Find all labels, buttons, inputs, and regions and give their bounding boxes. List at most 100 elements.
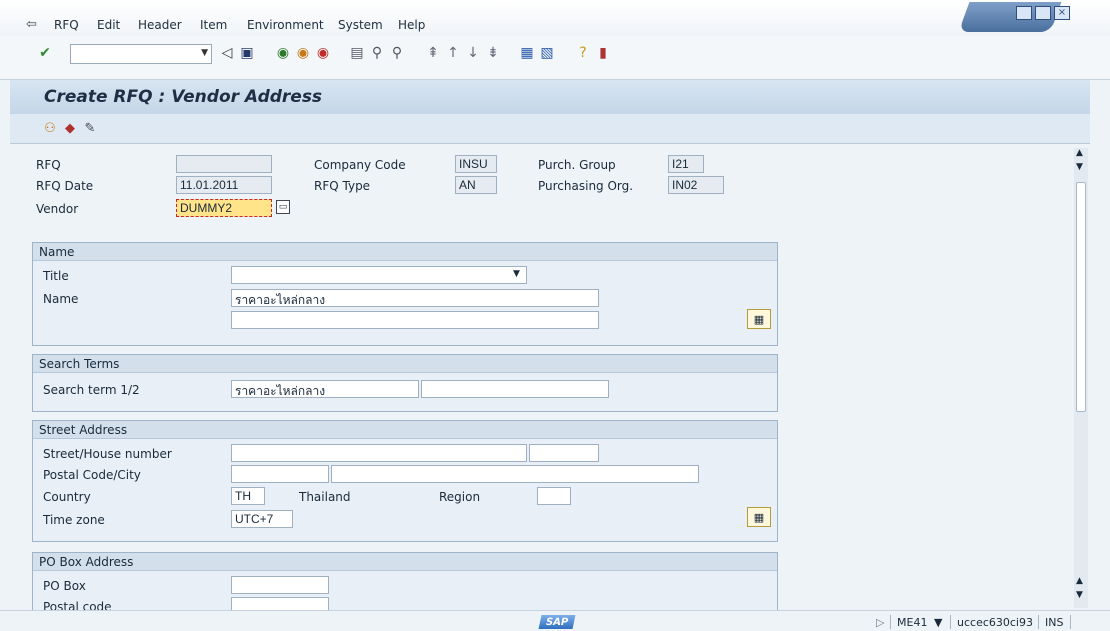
close-icon[interactable]: × xyxy=(1054,6,1070,20)
enter-icon[interactable]: ✔ xyxy=(36,44,54,62)
region-field[interactable] xyxy=(537,487,571,505)
vendor-label: Vendor xyxy=(36,202,79,216)
status-separator xyxy=(1070,615,1071,629)
pobox-field[interactable] xyxy=(231,576,329,594)
shortcut-icon[interactable]: ▧ xyxy=(538,44,556,62)
menu-bar: ⇦ RFQ Edit Header Item Environment Syste… xyxy=(0,0,1110,36)
rfq-field xyxy=(176,155,272,173)
next-page-icon[interactable]: ↓ xyxy=(464,44,482,62)
rfq-date-field: 11.01.2011 xyxy=(176,176,272,194)
country-label: Country xyxy=(43,490,91,504)
pobox-group: PO Box Address PO Box Postal code xyxy=(32,552,778,615)
status-mode: INS xyxy=(1045,616,1064,629)
country-field[interactable]: TH xyxy=(231,487,265,505)
find-next-icon[interactable]: ⚲ xyxy=(388,44,406,62)
street-label: Street/House number xyxy=(43,447,172,461)
country-name: Thailand xyxy=(299,490,351,504)
exit-icon[interactable]: ◉ xyxy=(294,44,312,62)
street-address-group: Street Address Street/House number Posta… xyxy=(32,420,778,542)
scroll-up-icon[interactable]: ▲ xyxy=(1076,148,1083,158)
status-separator xyxy=(1038,615,1039,629)
company-code-field: INSU xyxy=(455,155,497,173)
status-separator xyxy=(950,615,951,629)
search-terms-group: Search Terms Search term 1/2 ราคาอะไหล่ก… xyxy=(32,354,778,412)
more-fields-button[interactable]: ▦ xyxy=(747,309,771,329)
scroll-up-bottom-icon[interactable]: ▲ xyxy=(1076,576,1083,586)
name2-field[interactable] xyxy=(231,311,599,329)
rfq-type-label: RFQ Type xyxy=(314,179,371,193)
org-icon[interactable]: ◆ xyxy=(62,120,78,136)
content-area: RFQ RFQ Date 11.01.2011 Vendor DUMMY2 ▭ … xyxy=(28,148,1074,615)
timezone-label: Time zone xyxy=(43,513,105,527)
menu-item[interactable]: Item xyxy=(200,18,227,32)
more-address-button[interactable]: ▦ xyxy=(747,507,771,527)
page-title: Create RFQ : Vendor Address xyxy=(44,87,323,107)
menu-help[interactable]: Help xyxy=(398,18,425,32)
menu-edit[interactable]: Edit xyxy=(97,18,120,32)
house-number-field[interactable] xyxy=(529,444,599,462)
create-session-icon[interactable]: ▦ xyxy=(518,44,536,62)
system-toolbar: ✔ ▼ ◁ ▣ ◉ ◉ ◉ ▤ ⚲ ⚲ ⇞ ↑ ↓ ⇟ ▦ ▧ ? ▮ xyxy=(0,36,1110,80)
vertical-scrollbar[interactable]: ▲ ▼ ▲ ▼ xyxy=(1074,148,1088,608)
purch-org-field: IN02 xyxy=(668,176,724,194)
back-icon[interactable]: ◉ xyxy=(274,44,292,62)
street-address-title: Street Address xyxy=(33,421,777,439)
edit-icon[interactable]: ✎ xyxy=(82,120,98,136)
status-server: uccec630ci93 xyxy=(957,616,1033,629)
title-select[interactable] xyxy=(231,266,527,284)
pobox-label: PO Box xyxy=(43,579,86,593)
cancel-icon[interactable]: ◉ xyxy=(314,44,332,62)
layout-menu-icon[interactable]: ▮ xyxy=(594,44,612,62)
postal-code-field[interactable] xyxy=(231,465,329,483)
vendor-field[interactable]: DUMMY2 xyxy=(176,199,272,217)
menu-exit-icon[interactable]: ⇦ xyxy=(26,17,37,32)
purch-group-field: I21 xyxy=(668,155,704,173)
city-field[interactable] xyxy=(331,465,699,483)
status-dropdown-icon[interactable]: ▼ xyxy=(934,616,942,629)
menu-environment[interactable]: Environment xyxy=(247,18,324,32)
find-icon[interactable]: ⚲ xyxy=(368,44,386,62)
menu-header[interactable]: Header xyxy=(138,18,182,32)
street-field[interactable] xyxy=(231,444,527,462)
title-dropdown-icon[interactable]: ▼ xyxy=(513,269,520,279)
menu-system[interactable]: System xyxy=(338,18,383,32)
purch-org-label: Purchasing Org. xyxy=(538,179,634,193)
search-term-label: Search term 1/2 xyxy=(43,383,140,397)
last-page-icon[interactable]: ⇟ xyxy=(484,44,502,62)
scroll-down-icon[interactable]: ▼ xyxy=(1076,162,1083,172)
pobox-title: PO Box Address xyxy=(33,553,777,571)
company-code-label: Company Code xyxy=(314,158,406,172)
postal-city-label: Postal Code/City xyxy=(43,468,141,482)
sap-logo: SAP xyxy=(538,615,576,629)
minimize-icon[interactable] xyxy=(1016,6,1032,20)
scroll-down-bottom-icon[interactable]: ▼ xyxy=(1076,590,1083,600)
status-separator xyxy=(890,615,891,629)
search-term2-field[interactable] xyxy=(421,380,609,398)
name-group: Name Title ▼ Name ราคาอะไหล่กลาง ▦ xyxy=(32,242,778,346)
search-terms-title: Search Terms xyxy=(33,355,777,373)
command-field[interactable]: ▼ xyxy=(70,44,212,64)
print-icon[interactable]: ▤ xyxy=(348,44,366,62)
save-icon[interactable]: ▣ xyxy=(238,44,256,62)
rfq-type-field: AN xyxy=(455,176,497,194)
name-field[interactable]: ราคาอะไหล่กลาง xyxy=(231,289,599,307)
status-expand-icon[interactable]: ▷ xyxy=(876,616,884,629)
status-bar: SAP ▷ ME41 ▼ uccec630ci93 INS xyxy=(0,610,1110,631)
vendor-details-icon[interactable]: ▭ xyxy=(276,200,290,214)
first-page-icon[interactable]: ⇞ xyxy=(424,44,442,62)
previous-page-icon[interactable]: ↑ xyxy=(444,44,462,62)
help-icon[interactable]: ? xyxy=(574,44,592,62)
timezone-field[interactable]: UTC+7 xyxy=(231,510,293,528)
name-group-title: Name xyxy=(33,243,777,261)
scroll-thumb[interactable] xyxy=(1076,182,1086,412)
maximize-icon[interactable] xyxy=(1035,6,1051,20)
region-label: Region xyxy=(439,490,481,504)
title-label: Title xyxy=(43,269,69,283)
rfq-date-label: RFQ Date xyxy=(36,179,94,193)
menu-rfq[interactable]: RFQ xyxy=(54,18,79,32)
collapse-icon[interactable]: ◁ xyxy=(218,44,236,62)
name-label: Name xyxy=(43,292,79,306)
search-term1-field[interactable]: ราคาอะไหล่กลาง xyxy=(231,380,419,398)
chevron-down-icon[interactable]: ▼ xyxy=(201,48,208,58)
person-icon[interactable]: ⚇ xyxy=(42,120,58,136)
